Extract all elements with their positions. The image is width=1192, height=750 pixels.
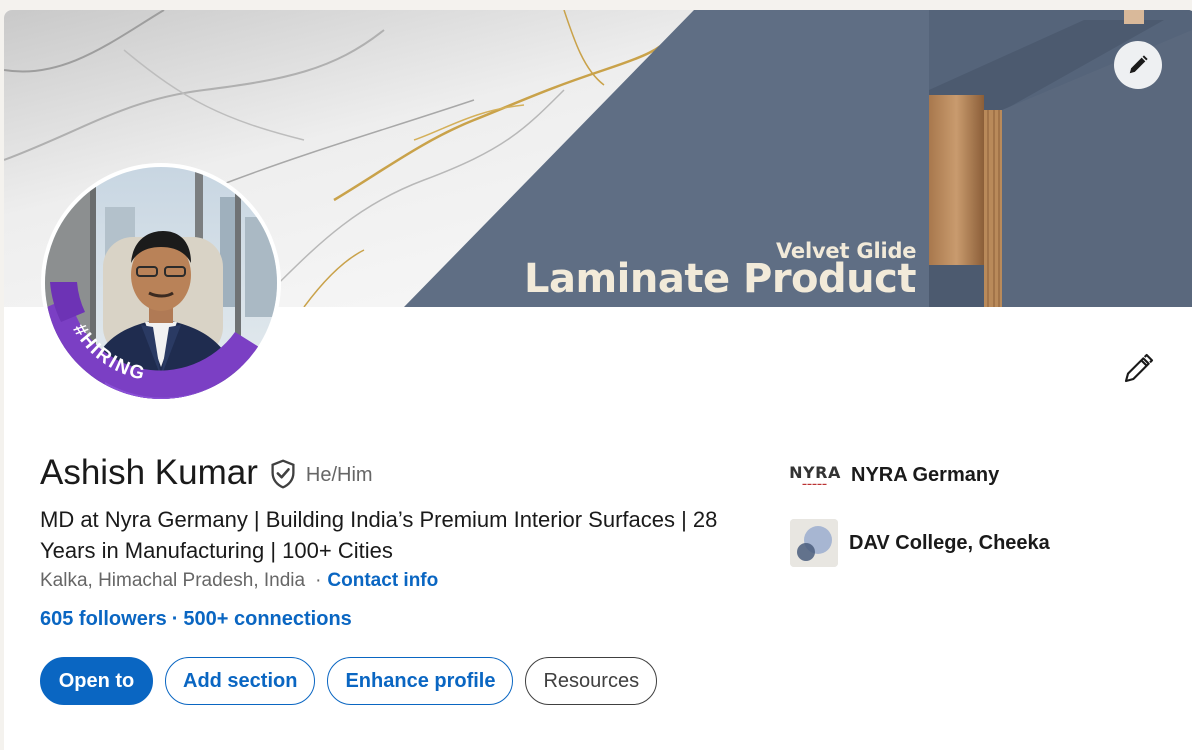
edit-intro-button[interactable] bbox=[1116, 347, 1160, 391]
pronouns: He/Him bbox=[305, 463, 373, 486]
education-school[interactable]: DAV College, Cheeka bbox=[790, 519, 1050, 567]
profile-card: Velvet Glide Laminate Product #HIRING As… bbox=[4, 10, 1192, 750]
school-name: DAV College, Cheeka bbox=[849, 531, 1050, 554]
experience-education-summary: NYRA ▬▬▬▬▬ NYRA Germany DAV College, Che… bbox=[789, 455, 1050, 567]
open-to-button[interactable]: Open to bbox=[40, 657, 153, 705]
location-text: Kalka, Himachal Pradesh, India bbox=[40, 570, 306, 591]
profile-name: Ashish Kumar bbox=[40, 453, 258, 492]
contact-info-link[interactable]: Contact info bbox=[327, 570, 438, 592]
current-company[interactable]: NYRA ▬▬▬▬▬ NYRA Germany bbox=[789, 455, 1050, 495]
avatar: #HIRING bbox=[45, 167, 277, 399]
location-row: Kalka, Himachal Pradesh, India · Contact… bbox=[40, 570, 438, 592]
connections-link[interactable]: 500+ connections bbox=[183, 608, 351, 631]
company-name: NYRA Germany bbox=[851, 463, 1000, 486]
profile-headline: MD at Nyra Germany | Building India’s Pr… bbox=[40, 507, 718, 563]
pencil-icon bbox=[1129, 55, 1148, 74]
network-row: 605 followers · 500+ connections bbox=[40, 608, 352, 631]
resources-button[interactable]: Resources bbox=[525, 657, 658, 705]
edit-banner-button[interactable] bbox=[1114, 41, 1162, 89]
shield-check-icon[interactable] bbox=[269, 459, 297, 489]
profile-actions: Open to Add section Enhance profile Reso… bbox=[40, 657, 658, 705]
banner-title: Laminate Product bbox=[524, 256, 916, 302]
pencil-icon bbox=[1124, 353, 1154, 383]
add-section-button[interactable]: Add section bbox=[165, 657, 316, 705]
separator-dot: · bbox=[315, 570, 322, 591]
company-logo: NYRA ▬▬▬▬▬ bbox=[789, 462, 841, 486]
separator-dot: · bbox=[171, 608, 179, 630]
name-row: Ashish Kumar He/Him bbox=[40, 453, 373, 493]
followers-link[interactable]: 605 followers bbox=[40, 608, 167, 631]
school-logo bbox=[790, 519, 838, 567]
profile-photo[interactable]: #HIRING bbox=[41, 163, 281, 403]
enhance-profile-button[interactable]: Enhance profile bbox=[327, 657, 514, 705]
